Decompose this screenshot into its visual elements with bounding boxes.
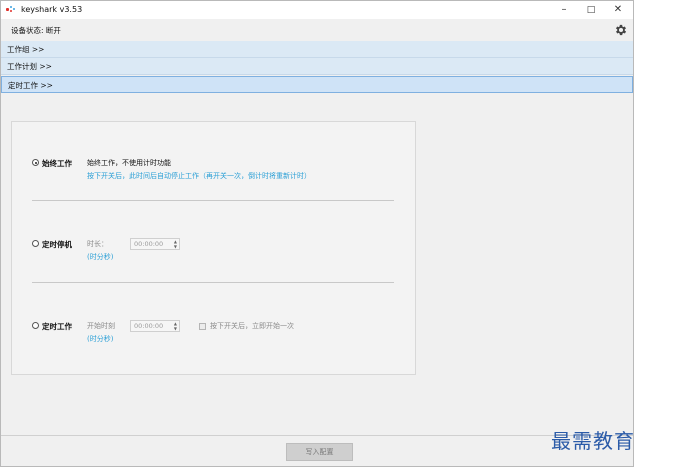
window-title: keyshark v3.53: [21, 5, 83, 14]
duration-unit: (时分秒): [87, 253, 114, 261]
start-time-value: 00:00:00: [134, 322, 164, 330]
section-work-plan[interactable]: 工作计划 >>: [1, 58, 633, 75]
minimize-button[interactable]: –: [551, 2, 577, 18]
app-logo-icon: [6, 6, 16, 13]
section-work-plan-label: 工作计划 >>: [7, 62, 52, 71]
start-time-unit: (时分秒): [87, 335, 114, 343]
footer-divider: [1, 435, 633, 436]
device-status: 设备状态: 断开: [11, 26, 61, 35]
gear-icon[interactable]: [614, 23, 628, 37]
start-immediately-label: 按下开关后，立即开始一次: [210, 322, 294, 330]
always-work-desc: 始终工作，不使用计时功能: [87, 159, 171, 167]
spin-arrows-icon[interactable]: ▲ ▼: [174, 321, 177, 331]
divider: [32, 282, 394, 283]
always-work-note: 按下开关后，此时间后自动停止工作（再开关一次，倒计时将重新计时）: [87, 172, 311, 180]
section-timed-work[interactable]: 定时工作 >>: [1, 76, 633, 93]
section-work-group[interactable]: 工作组 >>: [1, 41, 633, 58]
app-window: keyshark v3.53 – □ ✕ 设备状态: 断开 工作组 >> 工作计…: [0, 0, 634, 467]
divider: [32, 200, 394, 201]
timed-work-radio[interactable]: [32, 322, 39, 329]
start-immediately-checkbox[interactable]: [199, 323, 206, 330]
timed-work-label: 定时工作: [42, 322, 72, 331]
timed-stop-label: 定时停机: [42, 240, 72, 249]
always-work-radio[interactable]: [32, 159, 39, 166]
duration-value: 00:00:00: [134, 240, 164, 248]
watermark-text: 最需教育: [551, 429, 635, 453]
duration-label: 时长：: [87, 240, 108, 248]
section-timed-work-label: 定时工作 >>: [8, 81, 53, 90]
maximize-button[interactable]: □: [578, 2, 604, 18]
title-bar: keyshark v3.53 – □ ✕: [1, 1, 633, 19]
spin-arrows-icon[interactable]: ▲ ▼: [174, 239, 177, 249]
status-bar: 设备状态: 断开: [1, 19, 633, 41]
start-time-label: 开始时刻: [87, 322, 115, 330]
start-time-input[interactable]: 00:00:00 ▲ ▼: [130, 320, 180, 332]
duration-time-input[interactable]: 00:00:00 ▲ ▼: [130, 238, 180, 250]
timed-stop-radio[interactable]: [32, 240, 39, 247]
close-button[interactable]: ✕: [605, 2, 631, 18]
always-work-label: 始终工作: [42, 159, 72, 168]
timer-settings-panel: 始终工作 始终工作，不使用计时功能 按下开关后，此时间后自动停止工作（再开关一次…: [11, 121, 416, 375]
write-config-button[interactable]: 写入配置: [286, 443, 353, 461]
section-work-group-label: 工作组 >>: [7, 45, 45, 54]
